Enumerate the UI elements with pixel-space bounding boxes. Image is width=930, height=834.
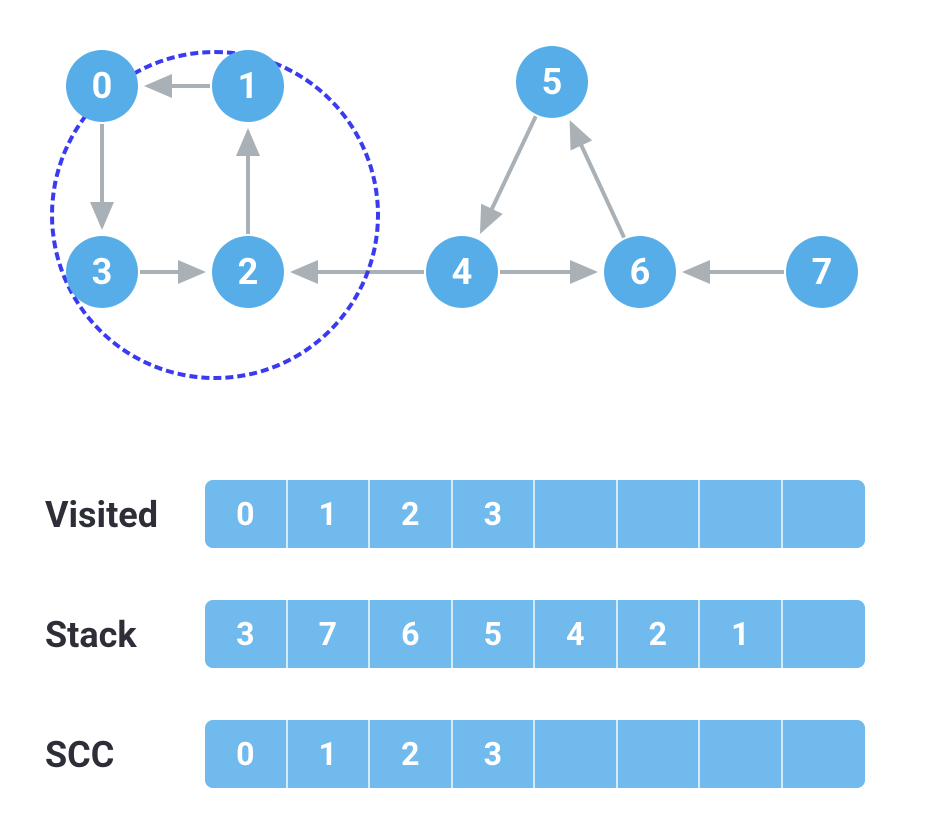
stack-cell-2: 6 bbox=[370, 600, 453, 668]
edge-5-4 bbox=[482, 116, 536, 230]
scc-cell-1: 1 bbox=[288, 720, 371, 788]
visited-cell-0: 0 bbox=[205, 480, 288, 548]
stack-label: Stack bbox=[45, 614, 137, 656]
visited-array: 0123 bbox=[205, 480, 865, 548]
scc-cell-4 bbox=[535, 720, 618, 788]
stack-cell-0: 3 bbox=[205, 600, 288, 668]
graph-node-6: 6 bbox=[604, 236, 676, 308]
visited-cell-7 bbox=[783, 480, 866, 548]
stack-cell-1: 7 bbox=[288, 600, 371, 668]
graph-node-2: 2 bbox=[212, 236, 284, 308]
visited-cell-6 bbox=[700, 480, 783, 548]
scc-cell-7 bbox=[783, 720, 866, 788]
visited-cell-2: 2 bbox=[370, 480, 453, 548]
graph-node-7: 7 bbox=[786, 236, 858, 308]
visited-label: Visited bbox=[45, 494, 158, 536]
edge-6-5 bbox=[571, 124, 624, 238]
diagram-canvas: { "graph": { "nodes": [ { "id": 0, "labe… bbox=[0, 0, 930, 834]
stack-cell-5: 2 bbox=[618, 600, 701, 668]
stack-cell-4: 4 bbox=[535, 600, 618, 668]
graph-node-4: 4 bbox=[426, 236, 498, 308]
stack-cell-7 bbox=[783, 600, 866, 668]
visited-cell-1: 1 bbox=[288, 480, 371, 548]
scc-label: SCC bbox=[45, 734, 114, 776]
graph-node-5: 5 bbox=[516, 46, 588, 118]
graph-node-3: 3 bbox=[66, 236, 138, 308]
scc-cell-5 bbox=[618, 720, 701, 788]
scc-array: 0123 bbox=[205, 720, 865, 788]
graph-node-1: 1 bbox=[212, 50, 284, 122]
stack-array: 3765421 bbox=[205, 600, 865, 668]
visited-cell-4 bbox=[535, 480, 618, 548]
stack-cell-3: 5 bbox=[453, 600, 536, 668]
stack-cell-6: 1 bbox=[700, 600, 783, 668]
scc-cell-6 bbox=[700, 720, 783, 788]
scc-cell-2: 2 bbox=[370, 720, 453, 788]
scc-cell-3: 3 bbox=[453, 720, 536, 788]
graph-node-0: 0 bbox=[66, 50, 138, 122]
visited-cell-3: 3 bbox=[453, 480, 536, 548]
visited-cell-5 bbox=[618, 480, 701, 548]
scc-cell-0: 0 bbox=[205, 720, 288, 788]
